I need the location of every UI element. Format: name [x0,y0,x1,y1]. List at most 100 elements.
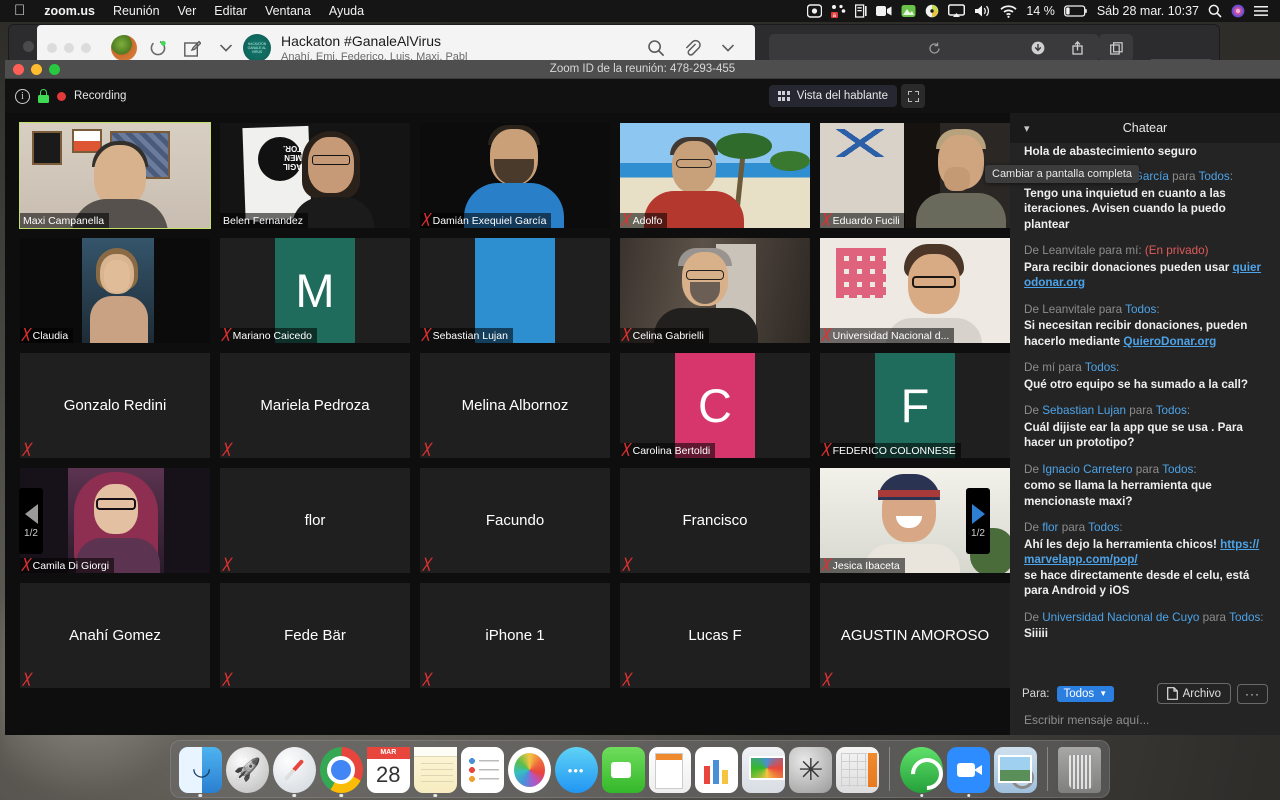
info-icon[interactable]: i [15,88,30,104]
participant-name-centered: Francisco [682,512,748,529]
participant-tile[interactable]: ╳ Universidad Nacional d... [820,238,1010,343]
dock-icon-preview[interactable] [994,747,1038,793]
dock-icon-zoom[interactable] [947,747,991,797]
fullscreen-button[interactable] [901,84,925,108]
participant-tile[interactable]: ╳ Sebastian Lujan [420,238,610,343]
chat-app-traffic-lights[interactable] [47,43,91,53]
participant-tile[interactable]: ╳ Adolfo [620,123,810,228]
compose-icon[interactable] [175,33,209,63]
dock-icon-reminders[interactable] [460,747,504,793]
dock-icon-keynote[interactable] [742,747,786,793]
participant-tile[interactable]: Anahí Gomez ╳ [20,583,210,688]
participant-tile[interactable]: Gonzalo Redini ╳ [20,353,210,458]
dock-icon-pages[interactable] [648,747,692,793]
chat-message-link[interactable]: QuieroDonar.org [1123,335,1216,348]
dock-icon-facetime[interactable] [601,747,645,793]
participant-tile[interactable]: flor ╳ [220,468,410,573]
participant-tile[interactable]: AGUSTIN AMOROSO ╳ [820,583,1010,688]
chat-message-sender: De flor para Todos: [1024,521,1123,534]
dock-icon-numbers[interactable] [695,747,739,793]
participant-tile[interactable]: Lucas F ╳ [620,583,810,688]
participant-tile[interactable]: Mariela Pedroza ╳ [220,353,410,458]
user-avatar[interactable] [111,35,137,61]
volume-icon[interactable] [974,3,991,19]
apple-logo-icon[interactable]:  [8,0,35,22]
share-icon[interactable] [1060,34,1094,62]
dock-icon-photos[interactable] [507,747,551,793]
wifi-icon[interactable] [1000,3,1017,19]
zoom-top-bar: i Recording Vista del hablante [5,79,1280,113]
chat-message-list[interactable]: Hola de abastecimiento seguro De Damián … [1010,143,1280,677]
bartender-icon[interactable]: a [831,3,846,19]
participant-tile[interactable]: F ╳ FEDERICO COLONNESE [820,353,1010,458]
conversation-avatar: HACKATON GANALE AL VIRUS [243,34,271,62]
participant-tile[interactable]: Fede Bär ╳ [220,583,410,688]
menu-item-ayuda[interactable]: Ayuda [320,0,373,22]
spotlight-search-icon[interactable] [1208,3,1222,19]
participant-tile[interactable]: ╳ Claudia [20,238,210,343]
chat-more-button[interactable]: ··· [1237,683,1268,704]
participant-tile[interactable]: C ╳ Carolina Bertoldi [620,353,810,458]
mute-icon: ╳ [21,559,32,571]
dock-icon-system-preferences[interactable] [789,747,833,793]
participant-name: Eduardo Fucili [832,214,900,227]
dock-icon-messages[interactable] [554,747,598,793]
dock-icon-calendar[interactable]: MAR 28 [366,747,410,793]
attachment-icon[interactable] [675,33,709,63]
participant-tile[interactable]: M ╳ Mariano Caicedo [220,238,410,343]
bitwarden-icon[interactable] [855,3,867,19]
grid-previous-page-button[interactable]: 1/2 [19,488,43,554]
screen-record-icon[interactable] [807,3,823,19]
dock-icon-safari[interactable] [272,747,316,797]
drive-icon[interactable] [925,3,939,19]
battery-icon[interactable] [1063,3,1088,19]
chevron-down-icon[interactable] [209,33,243,63]
chat-message-input[interactable]: Escribir mensaje aquí... [1022,713,1268,727]
menu-item-reunion[interactable]: Reunión [104,0,169,22]
tab-overview-icon[interactable] [1099,34,1133,62]
menu-item-ventana[interactable]: Ventana [256,0,320,22]
menu-item-zoom-us[interactable]: zoom.us [35,0,104,22]
chat-message-text: Tengo una inquietud en cuanto a las iter… [1024,186,1226,231]
participant-tile[interactable]: Facundo ╳ [420,468,610,573]
menu-item-ver[interactable]: Ver [169,0,206,22]
participant-tile[interactable]: ╳ Celina Gabrielli [620,238,810,343]
sync-status-icon[interactable] [141,33,175,63]
download-icon[interactable] [1021,34,1055,62]
search-icon[interactable] [639,33,673,63]
dock-icon-finder[interactable] [179,747,222,797]
grid-next-page-button[interactable]: 1/2 [966,488,990,554]
speaker-view-button[interactable]: Vista del hablante [768,85,897,107]
file-icon [1166,687,1178,700]
control-center-icon[interactable] [1254,3,1268,19]
chat-message-link[interactable]: quierodonar.org [1024,261,1261,290]
dock-icon-notes[interactable] [413,747,457,797]
participant-tile[interactable]: ╳ Camila Di Giorgi [20,468,210,573]
participant-tile[interactable]: Melina Albornoz ╳ [420,353,610,458]
dock-icon-calculator[interactable] [836,747,880,793]
chat-collapse-chevron-icon[interactable]: ▾ [1024,122,1030,135]
airplay-icon[interactable] [948,3,966,19]
participant-tile[interactable]: Francisco ╳ [620,468,810,573]
camera-icon[interactable] [876,3,892,19]
dock-icon-whatsapp[interactable] [900,747,944,797]
participant-tile[interactable]: iPhone 1 ╳ [420,583,610,688]
dock-icon-chrome[interactable] [319,747,363,797]
chat-file-button[interactable]: Archivo [1156,683,1231,704]
participant-tile[interactable]: Maxi Campanella [19,122,211,229]
menu-item-editar[interactable]: Editar [205,0,256,22]
participant-tile[interactable]: ╳ Damián Exequiel García [420,123,610,228]
chat-recipient-select[interactable]: Todos ▼ [1056,685,1115,702]
green-app-icon[interactable] [901,3,916,19]
chat-panel-title: Chatear [1122,121,1168,135]
participant-tile[interactable]: ╳ Eduardo Fucili [820,123,1010,228]
chat-message-link[interactable]: https://marvelapp.com/pop/ [1024,538,1259,567]
siri-icon[interactable] [1231,3,1245,19]
dock-icon-launchpad[interactable] [225,747,269,793]
dock-icon-trash[interactable] [1058,747,1101,793]
conversation-title: Hackaton #GanaleAlVirus [281,33,442,49]
participant-tile[interactable]: AGIL MEN TOR. Belen Fernandez [220,123,410,228]
browser-toolbar-buttons[interactable] [1021,34,1133,62]
participant-name: Celina Gabrielli [632,329,704,342]
chevron-down-icon-2[interactable] [711,33,745,63]
